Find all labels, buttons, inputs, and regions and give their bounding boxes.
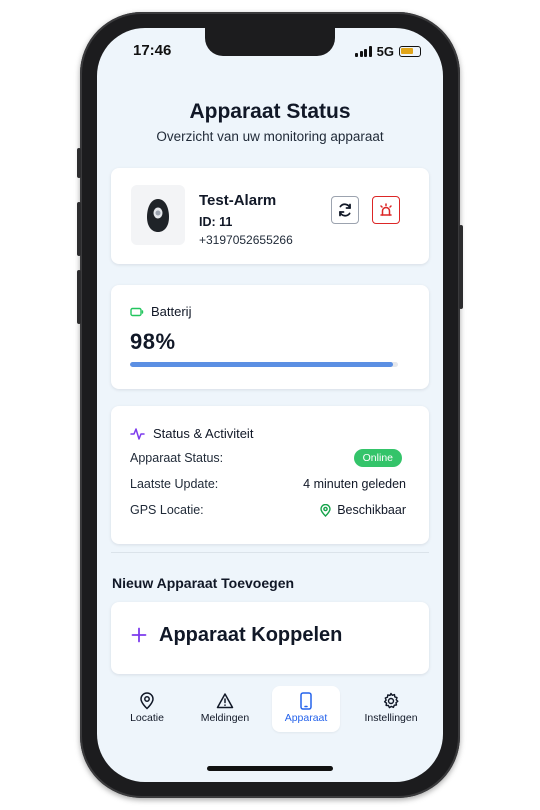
status-bar: 17:46 5G bbox=[97, 42, 443, 64]
nav-label-locatie: Locatie bbox=[130, 712, 164, 724]
nav-label-meldingen: Meldingen bbox=[200, 712, 250, 724]
gps-value: Beschikbaar bbox=[337, 503, 406, 517]
refresh-icon bbox=[339, 203, 351, 217]
last-update-row: Laatste Update: 4 minuten geleden bbox=[130, 477, 406, 495]
network-type: 5G bbox=[376, 44, 394, 59]
home-indicator bbox=[207, 766, 333, 771]
power-button bbox=[459, 225, 463, 309]
bottom-navigation: Locatie Meldingen Apparaat Instellingen bbox=[97, 684, 443, 736]
battery-progress-fill bbox=[130, 362, 393, 367]
activity-icon bbox=[130, 427, 145, 440]
nav-label-instellingen: Instellingen bbox=[364, 712, 418, 724]
last-update-value: 4 minuten geleden bbox=[303, 477, 406, 491]
page-title: Apparaat Status bbox=[189, 100, 351, 123]
nav-item-apparaat[interactable]: Apparaat bbox=[272, 686, 340, 732]
nav-item-meldingen[interactable]: Meldingen bbox=[191, 686, 259, 732]
app-screen: 17:46 5G Apparaat Status Overzicht van u… bbox=[97, 28, 443, 782]
battery-progress-bar bbox=[130, 362, 398, 367]
location-pin-icon bbox=[320, 503, 331, 517]
refresh-button[interactable] bbox=[331, 196, 359, 224]
alarm-device-icon bbox=[131, 185, 185, 245]
last-update-label: Laatste Update: bbox=[130, 477, 219, 491]
signal-icon bbox=[355, 46, 372, 57]
gps-row: GPS Locatie: Beschikbaar bbox=[130, 503, 406, 521]
smartphone-icon bbox=[300, 692, 312, 710]
device-phone: +3197052655266 bbox=[199, 233, 293, 247]
battery-icon bbox=[130, 307, 144, 316]
volume-up-button bbox=[77, 202, 81, 256]
status-row-label: Apparaat Status: bbox=[130, 451, 224, 465]
status-row: Apparaat Status: Online bbox=[130, 449, 406, 469]
volume-down-button bbox=[77, 270, 81, 324]
status-badge: Online bbox=[353, 449, 402, 467]
device-card: Test-Alarm ID: 11 +3197052655266 bbox=[111, 168, 429, 264]
pair-device-label: Apparaat Koppelen bbox=[159, 624, 343, 646]
status-heading: Status & Activiteit bbox=[153, 426, 254, 441]
divider bbox=[111, 552, 429, 553]
nav-item-locatie[interactable]: Locatie bbox=[113, 686, 181, 732]
pair-device-button[interactable]: Apparaat Koppelen bbox=[111, 602, 429, 674]
battery-label: Batterij bbox=[151, 304, 192, 319]
battery-status-icon bbox=[399, 46, 421, 57]
alarm-icon bbox=[380, 203, 392, 216]
gps-label: GPS Locatie: bbox=[130, 503, 204, 517]
battery-percentage: 98% bbox=[130, 329, 176, 354]
clock: 17:46 bbox=[133, 42, 172, 59]
warning-icon bbox=[216, 693, 234, 709]
gear-icon bbox=[383, 692, 399, 709]
battery-card: Batterij 98% bbox=[111, 285, 429, 389]
nav-label-apparaat: Apparaat bbox=[284, 712, 328, 724]
nav-item-instellingen[interactable]: Instellingen bbox=[357, 686, 425, 732]
page-subtitle: Overzicht van uw monitoring apparaat bbox=[156, 129, 384, 144]
mute-switch bbox=[77, 148, 81, 178]
new-device-heading: Nieuw Apparaat Toevoegen bbox=[112, 575, 295, 591]
plus-icon bbox=[131, 625, 147, 647]
alarm-button[interactable] bbox=[372, 196, 400, 224]
device-name: Test-Alarm bbox=[199, 192, 277, 209]
map-pin-icon bbox=[140, 692, 154, 710]
status-card: Status & Activiteit Apparaat Status: Onl… bbox=[111, 406, 429, 544]
device-id: ID: 11 bbox=[199, 215, 233, 229]
